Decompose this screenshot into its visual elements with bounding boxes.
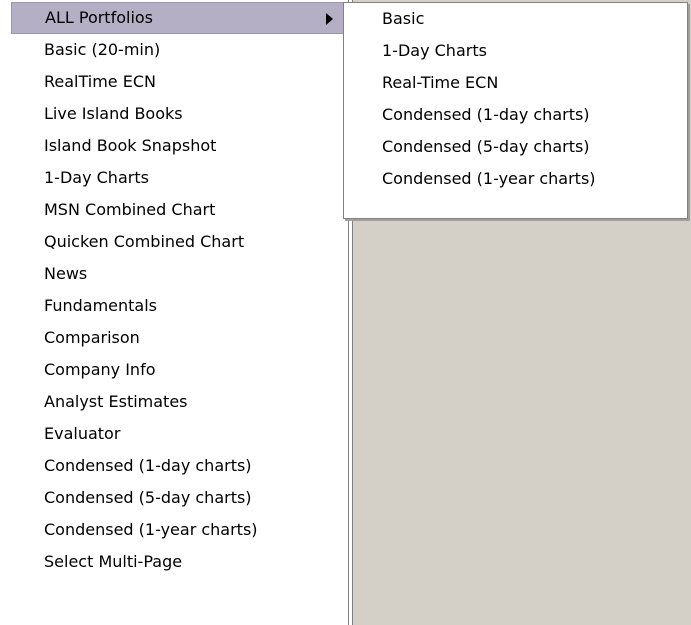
- submenu-item-label: 1-Day Charts: [382, 41, 487, 60]
- menu-item-select-multi-page[interactable]: Select Multi-Page: [11, 546, 344, 578]
- menu-item-analyst-estimates[interactable]: Analyst Estimates: [11, 386, 344, 418]
- menu-item-condensed-1-day-charts[interactable]: Condensed (1-day charts): [11, 450, 344, 482]
- menu-item-1-day-charts[interactable]: 1-Day Charts: [11, 162, 344, 194]
- menu-item-fundamentals[interactable]: Fundamentals: [11, 290, 344, 322]
- submenu-item-real-time-ecn[interactable]: Real-Time ECN: [344, 67, 687, 99]
- menu-item-label: Condensed (1-year charts): [44, 520, 258, 539]
- menu-item-label: Condensed (1-day charts): [44, 456, 252, 475]
- submenu-item-label: Condensed (1-day charts): [382, 105, 590, 124]
- menu-item-comparison[interactable]: Comparison: [11, 322, 344, 354]
- menu-item-label: 1-Day Charts: [44, 168, 149, 187]
- menu-item-label: Live Island Books: [44, 104, 183, 123]
- view-menu: ALL Portfolios Basic (20-min) RealTime E…: [0, 0, 349, 625]
- menu-item-label: Select Multi-Page: [44, 552, 183, 571]
- submenu-item-condensed-5-day-charts[interactable]: Condensed (5-day charts): [344, 131, 687, 163]
- menu-item-basic-20-min[interactable]: Basic (20-min): [11, 34, 344, 66]
- menu-item-label: Evaluator: [44, 424, 121, 443]
- menu-item-news[interactable]: News: [11, 258, 344, 290]
- menu-item-all-portfolios[interactable]: ALL Portfolios: [11, 2, 344, 34]
- menu-item-label: Condensed (5-day charts): [44, 488, 252, 507]
- all-portfolios-submenu: Basic 1-Day Charts Real-Time ECN Condens…: [343, 2, 688, 219]
- submenu-item-condensed-1-day-charts[interactable]: Condensed (1-day charts): [344, 99, 687, 131]
- submenu-item-condensed-1-year-charts[interactable]: Condensed (1-year charts): [344, 163, 687, 195]
- menu-item-label: Comparison: [44, 328, 140, 347]
- submenu-item-label: Condensed (1-year charts): [382, 169, 596, 188]
- menu-item-msn-combined-chart[interactable]: MSN Combined Chart: [11, 194, 344, 226]
- menu-item-label: RealTime ECN: [44, 72, 156, 91]
- menu-item-label: Fundamentals: [44, 296, 157, 315]
- menu-item-label: Island Book Snapshot: [44, 136, 217, 155]
- menu-item-condensed-5-day-charts[interactable]: Condensed (5-day charts): [11, 482, 344, 514]
- submenu-item-label: Basic: [382, 9, 425, 28]
- menu-item-live-island-books[interactable]: Live Island Books: [11, 98, 344, 130]
- menu-item-company-info[interactable]: Company Info: [11, 354, 344, 386]
- menu-item-realtime-ecn[interactable]: RealTime ECN: [11, 66, 344, 98]
- submenu-item-1-day-charts[interactable]: 1-Day Charts: [344, 35, 687, 67]
- submenu-arrow-icon: [326, 13, 333, 25]
- menu-item-condensed-1-year-charts[interactable]: Condensed (1-year charts): [11, 514, 344, 546]
- menu-item-label: Company Info: [44, 360, 156, 379]
- menu-item-label: Analyst Estimates: [44, 392, 188, 411]
- menu-item-label: ALL Portfolios: [45, 8, 154, 27]
- submenu-item-label: Real-Time ECN: [382, 73, 499, 92]
- menu-item-island-book-snapshot[interactable]: Island Book Snapshot: [11, 130, 344, 162]
- menu-item-label: Basic (20-min): [44, 40, 161, 59]
- menu-item-label: Quicken Combined Chart: [44, 232, 245, 251]
- submenu-item-basic[interactable]: Basic: [344, 3, 687, 35]
- menu-item-quicken-combined-chart[interactable]: Quicken Combined Chart: [11, 226, 344, 258]
- menu-item-label: News: [44, 264, 88, 283]
- submenu-item-label: Condensed (5-day charts): [382, 137, 590, 156]
- menu-item-evaluator[interactable]: Evaluator: [11, 418, 344, 450]
- menu-item-label: MSN Combined Chart: [44, 200, 216, 219]
